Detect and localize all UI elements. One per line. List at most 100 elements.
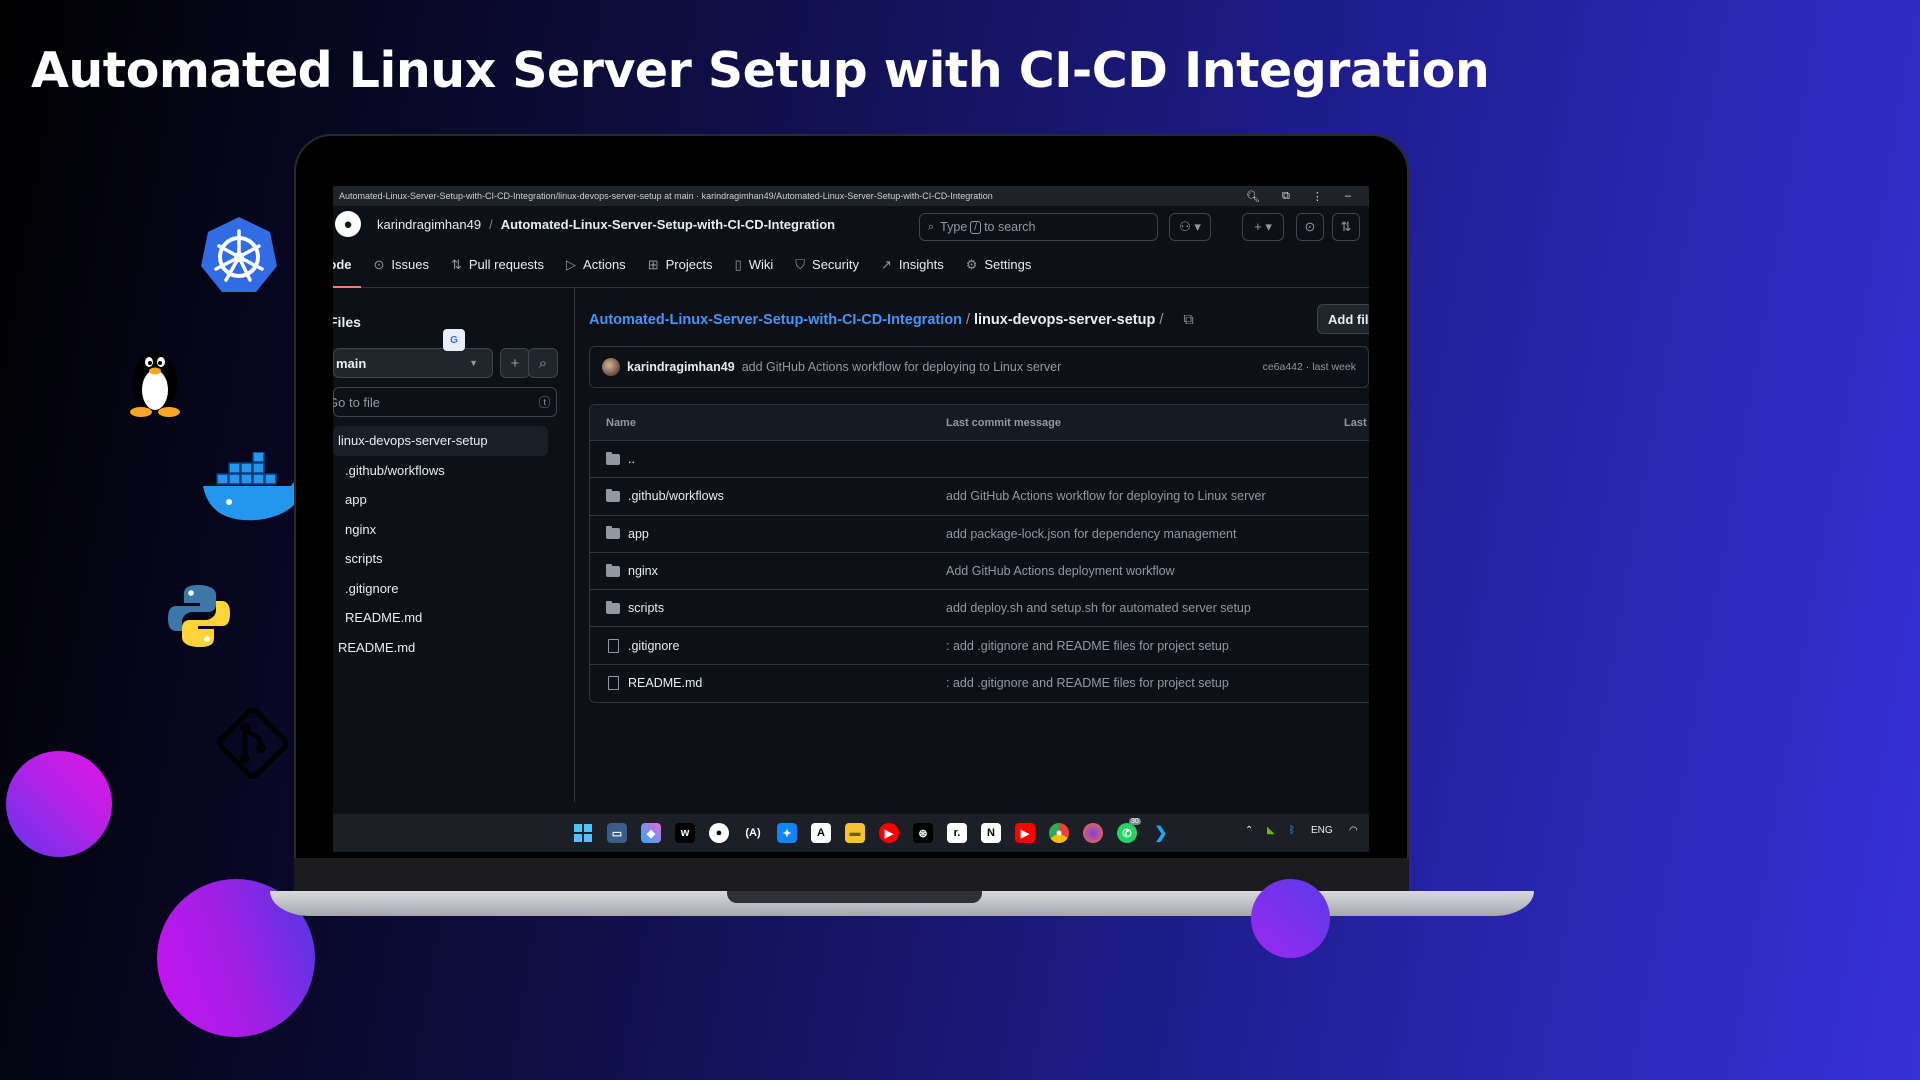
bluetooth-icon[interactable]: ᛒ: [1289, 825, 1295, 836]
tab-pull-requests[interactable]: ⇅ Pull requests: [451, 257, 544, 273]
repo-root-link[interactable]: Automated-Linux-Server-Setup-with-CI-CD-…: [589, 312, 962, 328]
notion-icon[interactable]: N: [981, 823, 1001, 843]
extension-icon[interactable]: ⧉: [1282, 190, 1290, 203]
openai-icon[interactable]: ⊛: [913, 823, 933, 843]
tab-security[interactable]: ⛉ Security: [795, 257, 859, 273]
tree-item[interactable]: .gitignore: [333, 574, 548, 604]
python-icon: [168, 585, 230, 647]
file-explorer-icon[interactable]: ▬: [845, 823, 865, 843]
add-file-icon-button[interactable]: +: [500, 348, 530, 378]
file-icon: [607, 638, 619, 653]
copilot-icon[interactable]: ◆: [641, 823, 661, 843]
book-icon: ▯: [734, 256, 742, 272]
repo-link[interactable]: Automated-Linux-Server-Setup-with-CI-CD-…: [501, 217, 835, 232]
file-name[interactable]: ..: [628, 452, 635, 466]
tree-item[interactable]: README.md: [333, 603, 548, 633]
notion-ai-icon[interactable]: A: [811, 823, 831, 843]
github-desktop-icon[interactable]: ●: [709, 823, 729, 843]
file-tree-sidebar: Files main ▼ G + ⌕ Go to file t linux-de…: [333, 288, 575, 802]
github-logo-icon[interactable]: ●: [335, 211, 361, 237]
more-vert-icon[interactable]: ⋮: [1312, 190, 1323, 203]
search-input[interactable]: ⌕ Type / to search: [919, 213, 1158, 241]
go-to-file-input[interactable]: Go to file t: [333, 387, 557, 417]
folder-icon: [606, 563, 620, 577]
row-commit-message[interactable]: add GitHub Actions workflow for deployin…: [946, 489, 1266, 503]
commit-message[interactable]: add GitHub Actions workflow for deployin…: [742, 360, 1263, 374]
table-row[interactable]: .gitignore : add .gitignore and README f…: [590, 627, 1369, 665]
owner-link[interactable]: karindragimhan49: [377, 217, 481, 232]
bluesky-icon[interactable]: ✦: [777, 823, 797, 843]
file-name[interactable]: nginx: [628, 564, 658, 578]
table-row[interactable]: README.md : add .gitignore and README fi…: [590, 665, 1369, 702]
row-commit-message[interactable]: : add .gitignore and README files for pr…: [946, 676, 1229, 690]
tree-item[interactable]: README.md: [333, 633, 548, 663]
create-new-button[interactable]: + ▾: [1242, 213, 1284, 241]
tab-issues[interactable]: ⊙ Issues: [374, 257, 429, 273]
youtube-icon[interactable]: ▶: [1015, 823, 1035, 843]
windows-start-icon[interactable]: [573, 823, 593, 843]
whatsapp-icon[interactable]: ✆: [1117, 823, 1137, 843]
table-row[interactable]: ..: [590, 441, 1369, 479]
tab-projects[interactable]: ⊞ Projects: [648, 257, 713, 273]
copilot-button[interactable]: ⚇ ▾: [1169, 213, 1211, 241]
file-name[interactable]: .gitignore: [628, 639, 679, 653]
table-row[interactable]: nginx Add GitHub Actions deployment work…: [590, 553, 1369, 591]
add-file-button[interactable]: Add file: [1317, 304, 1369, 334]
issues-icon[interactable]: ⊙: [1296, 213, 1324, 241]
nvidia-icon[interactable]: ◣: [1267, 825, 1275, 836]
github-header: ● karindragimhan49/Automated-Linux-Serve…: [333, 206, 1369, 242]
laptop-notch: [727, 891, 982, 903]
commit-hash[interactable]: ce6a442: [1263, 361, 1303, 373]
tab-code[interactable]: Code: [333, 257, 352, 272]
avatar[interactable]: [602, 358, 620, 376]
terminal-icon[interactable]: w: [675, 823, 695, 843]
search-files-button[interactable]: ⌕: [528, 348, 558, 378]
file-name[interactable]: app: [628, 527, 649, 541]
tree-item[interactable]: nginx: [333, 515, 548, 545]
row-commit-message[interactable]: add package-lock.json for dependency man…: [946, 527, 1236, 541]
file-name[interactable]: README.md: [628, 676, 702, 690]
minimize-icon[interactable]: –: [1345, 190, 1351, 203]
tab-settings[interactable]: ⚙ Settings: [966, 257, 1032, 273]
desktop-icon[interactable]: ▭: [607, 823, 627, 843]
table-row[interactable]: .github/workflows add GitHub Actions wor…: [590, 478, 1369, 516]
row-commit-message[interactable]: Add GitHub Actions deployment workflow: [946, 564, 1175, 578]
table-row[interactable]: app add package-lock.json for dependency…: [590, 516, 1369, 553]
copy-path-icon[interactable]: ⧉: [1183, 312, 1193, 328]
slide-title: Automated Linux Server Setup with CI-CD …: [31, 42, 1490, 99]
file-name[interactable]: scripts: [628, 601, 664, 615]
row-commit-message[interactable]: : add .gitignore and README files for pr…: [946, 639, 1229, 653]
decor-circle: [1251, 879, 1330, 958]
chrome-icon[interactable]: ●: [1049, 823, 1069, 843]
branch-selector[interactable]: main ▼: [333, 348, 493, 378]
tree-item[interactable]: .github/workflows: [333, 456, 548, 486]
pull-requests-icon[interactable]: ⇅: [1332, 213, 1360, 241]
tree-item[interactable]: app: [333, 485, 548, 515]
commit-author[interactable]: karindragimhan49: [627, 360, 735, 374]
wifi-icon[interactable]: ◠: [1349, 825, 1358, 836]
pull-request-icon: ⇅: [450, 256, 462, 272]
latest-commit-bar: karindragimhan49 add GitHub Actions work…: [589, 346, 1369, 388]
tree-item[interactable]: scripts: [333, 544, 548, 574]
files-heading: Files: [333, 314, 361, 330]
tab-insights[interactable]: ↗ Insights: [881, 257, 944, 273]
tab-actions[interactable]: ▷ Actions: [566, 257, 626, 273]
tray-chevron-icon[interactable]: ⌃: [1245, 825, 1253, 836]
gear-icon: ⚙: [965, 256, 978, 272]
vscode-icon[interactable]: ❯: [1151, 823, 1171, 843]
file-table: Name Last commit message Last commit dat…: [589, 404, 1369, 704]
file-name[interactable]: .github/workflows: [628, 489, 724, 503]
tab-wiki[interactable]: ▯ Wiki: [735, 257, 774, 273]
folder-icon: [606, 488, 620, 502]
language-indicator[interactable]: ENG: [1311, 825, 1333, 836]
repo-tabs: Code ⊙Issues ⇅Pull requests ▷Actions ⊞Pr…: [333, 242, 1369, 288]
zoom-icon[interactable]: 🔍︎: [1246, 190, 1260, 203]
table-row[interactable]: scripts add deploy.sh and setup.sh for a…: [590, 590, 1369, 628]
translate-icon[interactable]: G: [443, 329, 465, 351]
tree-item-root-folder[interactable]: linux-devops-server-setup: [333, 426, 548, 456]
firefox-icon[interactable]: [1083, 823, 1103, 843]
ai-app-icon[interactable]: (A): [743, 823, 763, 843]
r-app-icon[interactable]: r.: [947, 823, 967, 843]
row-commit-message[interactable]: add deploy.sh and setup.sh for automated…: [946, 601, 1251, 615]
youtube-music-icon[interactable]: ▶: [879, 823, 899, 843]
